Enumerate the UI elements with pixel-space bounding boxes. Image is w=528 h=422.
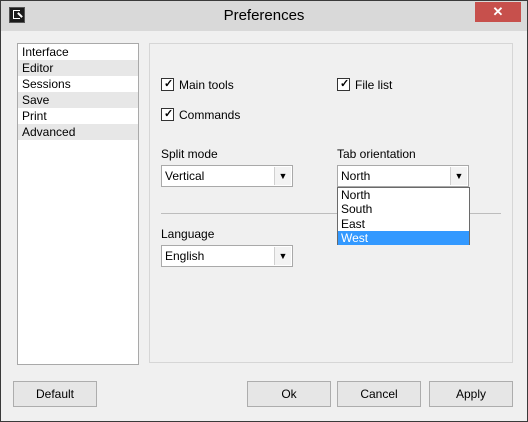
tab-orientation-label: Tab orientation [337,147,416,161]
file-list-label: File list [355,78,393,92]
sidebar-item-interface[interactable]: Interface [18,44,138,60]
tab-orientation-dropdown-list: North South East West [337,187,470,246]
window-title: Preferences [223,7,305,24]
language-label: Language [161,227,215,241]
commands-option[interactable]: ✓ Commands [161,107,240,123]
cancel-button[interactable]: Cancel [337,381,421,407]
dropdown-option-north[interactable]: North [338,188,469,202]
title-bar: Preferences ✕ [1,1,527,31]
preferences-window: Preferences ✕ Interface Editor Sessions … [0,0,528,422]
main-tools-option[interactable]: ✓ Main tools [161,77,234,93]
checkmark-icon: ✓ [164,108,174,120]
tab-orientation-select[interactable]: North ▼ [337,165,469,187]
chevron-down-icon[interactable]: ▼ [274,167,291,185]
chevron-down-icon[interactable]: ▼ [274,247,291,265]
main-tools-checkbox[interactable]: ✓ [161,78,174,91]
default-button[interactable]: Default [13,381,97,407]
sidebar-item-advanced[interactable]: Advanced [18,124,138,140]
sidebar-item-save[interactable]: Save [18,92,138,108]
language-select[interactable]: English ▼ [161,245,293,267]
tab-orientation-value: North [341,169,371,183]
category-list: Interface Editor Sessions Save Print Adv… [17,43,139,365]
dropdown-option-east[interactable]: East [338,217,469,231]
checkmark-icon: ✓ [340,78,350,90]
split-mode-select[interactable]: Vertical ▼ [161,165,293,187]
main-tools-label: Main tools [179,78,234,92]
file-list-option[interactable]: ✓ File list [337,77,392,93]
split-mode-value: Vertical [165,169,205,183]
language-value: English [165,249,205,263]
sidebar-item-editor[interactable]: Editor [18,60,138,76]
file-list-checkbox[interactable]: ✓ [337,78,350,91]
sidebar-item-print[interactable]: Print [18,108,138,124]
apply-button[interactable]: Apply [429,381,513,407]
close-button[interactable]: ✕ [475,2,521,22]
chevron-down-icon[interactable]: ▼ [450,167,467,185]
dropdown-option-west[interactable]: West [338,230,469,246]
split-mode-label: Split mode [161,147,218,161]
commands-label: Commands [179,108,241,122]
checkmark-icon: ✓ [164,78,174,90]
sidebar-item-sessions[interactable]: Sessions [18,76,138,92]
dropdown-option-south[interactable]: South [338,202,469,216]
commands-checkbox[interactable]: ✓ [161,108,174,121]
ok-button[interactable]: Ok [247,381,331,407]
